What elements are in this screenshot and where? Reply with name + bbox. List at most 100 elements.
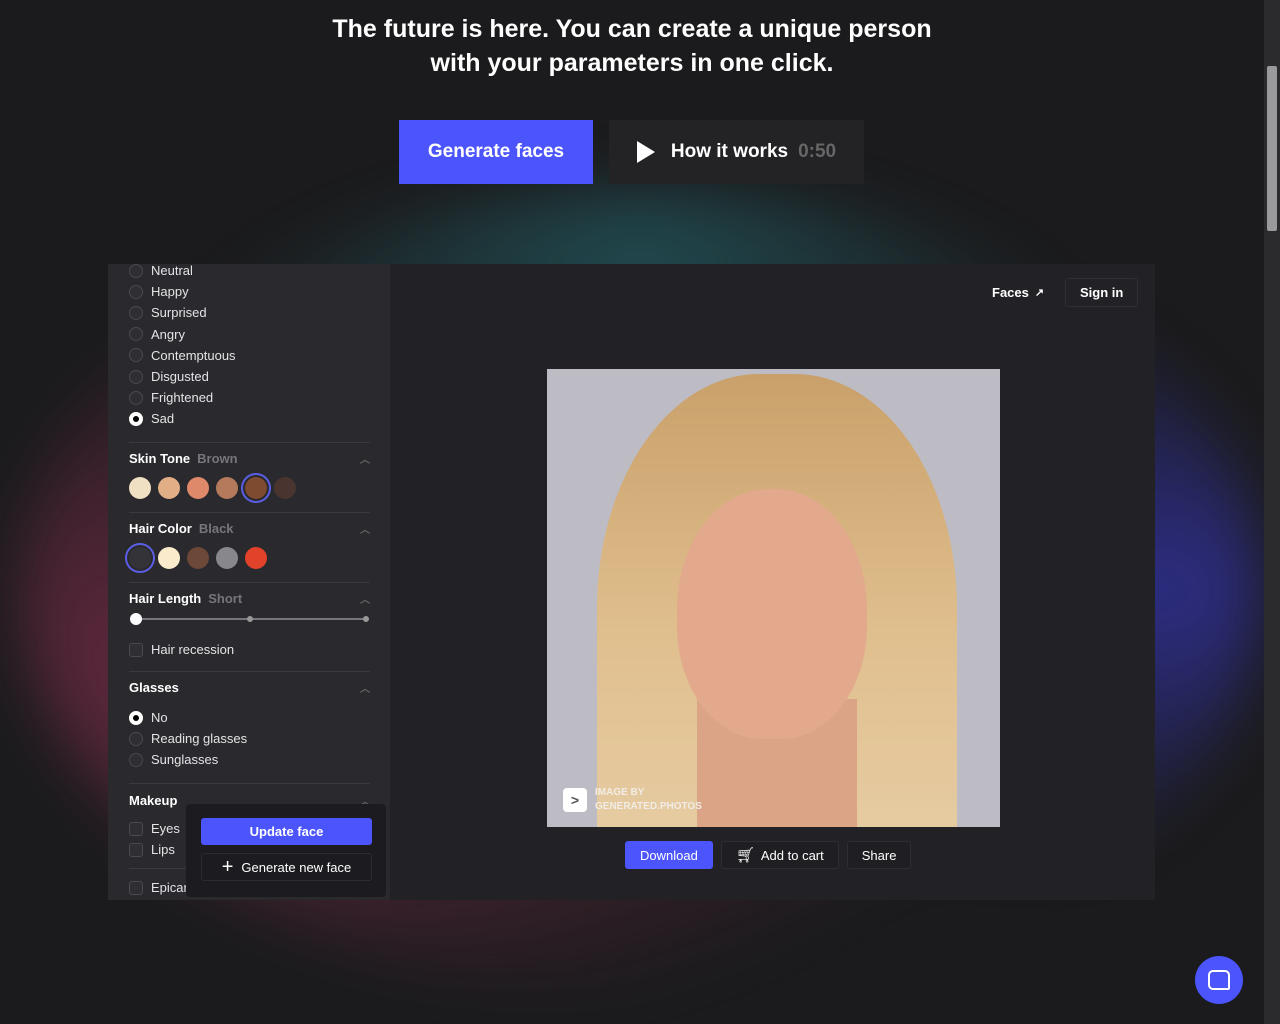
color-swatch[interactable]	[129, 477, 151, 499]
checkbox-label: Lips	[151, 842, 175, 857]
watermark-line-2: GENERATED.PHOTOS	[595, 801, 702, 812]
color-swatch[interactable]	[187, 547, 209, 569]
radio-label: Contemptuous	[151, 347, 236, 363]
radio-option[interactable]: No	[129, 710, 168, 725]
radio-button[interactable]	[129, 369, 143, 384]
section-title: Skin Tone	[129, 451, 191, 466]
epicanthus-checkbox[interactable]: Epicar	[129, 880, 188, 895]
hair-length-header[interactable]: Hair Length Short ︿	[129, 591, 370, 606]
radio-label: Angry	[151, 326, 185, 342]
radio-button[interactable]	[129, 710, 143, 725]
checkbox-label: Epicar	[151, 880, 188, 895]
play-icon	[636, 141, 655, 163]
skin-tone-header[interactable]: Skin Tone Brown ︿	[129, 451, 370, 466]
checkbox[interactable]	[129, 642, 143, 657]
plus-icon: +	[221, 855, 234, 878]
radio-option[interactable]: Contemptuous	[129, 348, 236, 363]
color-swatch[interactable]	[216, 547, 238, 569]
makeup-eyes-checkbox[interactable]: Eyes	[129, 821, 180, 836]
checkbox-label: Eyes	[151, 821, 180, 836]
cart-icon: 🛒︎	[735, 847, 755, 864]
checkbox[interactable]	[129, 821, 143, 836]
slider-stop	[363, 616, 369, 622]
radio-label: Sunglasses	[151, 752, 219, 768]
color-swatch[interactable]	[216, 477, 238, 499]
radio-option[interactable]: Happy	[129, 284, 189, 299]
watermark: > IMAGE BY GENERATED.PHOTOS	[563, 786, 702, 814]
generate-new-face-label: Generate new face	[241, 859, 352, 875]
chat-widget-button[interactable]	[1195, 956, 1243, 1004]
section-value: Short	[208, 591, 243, 606]
color-swatch[interactable]	[129, 547, 151, 569]
download-button[interactable]: Download	[625, 841, 713, 869]
radio-option[interactable]: Reading glasses	[129, 731, 247, 746]
divider	[129, 582, 370, 583]
chat-icon	[1208, 970, 1230, 990]
chevron-up-icon: ︿	[360, 595, 370, 606]
radio-label: Reading glasses	[151, 731, 248, 747]
checkbox[interactable]	[129, 842, 143, 857]
radio-button[interactable]	[129, 305, 143, 320]
slider-stop	[247, 616, 253, 622]
color-swatch[interactable]	[158, 547, 180, 569]
chevron-up-icon: ︿	[360, 684, 370, 695]
generated-face-image: > IMAGE BY GENERATED.PHOTOS	[547, 369, 1000, 827]
faces-label: Faces	[992, 285, 1029, 300]
radio-option[interactable]: Sunglasses	[129, 752, 218, 767]
image-actions: Download 🛒︎ Add to cart Share	[625, 841, 912, 869]
chevron-up-icon: ︿	[360, 455, 370, 466]
watermark-line-1: IMAGE BY	[595, 787, 645, 798]
radio-option[interactable]: Angry	[129, 327, 185, 342]
radio-option[interactable]: Surprised	[129, 305, 207, 320]
radio-label: Sad	[151, 411, 175, 427]
color-swatch[interactable]	[245, 477, 267, 499]
add-to-cart-button[interactable]: 🛒︎ Add to cart	[720, 841, 839, 869]
section-title: Makeup	[129, 793, 178, 808]
sign-in-label: Sign in	[1080, 285, 1124, 300]
generate-new-face-button[interactable]: + Generate new face	[201, 853, 372, 881]
section-value: Black	[198, 521, 234, 536]
generate-faces-button[interactable]: Generate faces	[399, 120, 593, 184]
makeup-lips-checkbox[interactable]: Lips	[129, 842, 175, 857]
how-it-works-button[interactable]: How it works 0:50	[609, 120, 864, 184]
faces-link[interactable]: Faces ↗	[978, 278, 1058, 307]
color-swatch[interactable]	[245, 547, 267, 569]
hero-line-2: with your parameters in one click.	[430, 49, 834, 77]
share-button[interactable]: Share	[846, 841, 912, 869]
divider	[129, 512, 370, 513]
radio-label: Surprised	[151, 305, 207, 321]
radio-option[interactable]: Disgusted	[129, 369, 209, 384]
radio-option[interactable]: Neutral	[129, 264, 193, 278]
hair-recession-checkbox[interactable]: Hair recession	[129, 642, 234, 657]
update-popup: Update face + Generate new face	[186, 804, 386, 897]
scrollbar-thumb[interactable]	[1267, 66, 1277, 231]
hero-line-1: The future is here. You can create a uni…	[332, 15, 932, 43]
radio-button[interactable]	[129, 390, 143, 405]
page-scrollbar[interactable]	[1264, 0, 1280, 1024]
chevron-up-icon: ︿	[360, 525, 370, 536]
section-title: Hair Color	[129, 521, 192, 536]
slider-knob[interactable]	[130, 613, 142, 625]
hair-length-slider[interactable]	[130, 613, 369, 625]
checkbox[interactable]	[129, 880, 143, 895]
radio-button[interactable]	[129, 731, 143, 746]
skin-tone-swatches	[129, 477, 296, 499]
radio-option[interactable]: Frightened	[129, 390, 213, 405]
section-value: Brown	[197, 451, 238, 466]
radio-button[interactable]	[129, 264, 143, 278]
color-swatch[interactable]	[158, 477, 180, 499]
radio-button[interactable]	[129, 284, 143, 299]
sign-in-button[interactable]: Sign in	[1065, 278, 1139, 307]
glasses-header[interactable]: Glasses ︿	[129, 680, 370, 695]
radio-option[interactable]: Sad	[129, 411, 174, 426]
color-swatch[interactable]	[187, 477, 209, 499]
radio-button[interactable]	[129, 752, 143, 767]
divider	[129, 783, 370, 784]
radio-button[interactable]	[129, 327, 143, 342]
checkbox-label: Hair recession	[151, 642, 235, 657]
color-swatch[interactable]	[274, 477, 296, 499]
hair-color-header[interactable]: Hair Color Black ︿	[129, 521, 370, 536]
radio-button[interactable]	[129, 411, 143, 426]
radio-button[interactable]	[129, 348, 143, 363]
update-face-button[interactable]: Update face	[201, 818, 372, 845]
